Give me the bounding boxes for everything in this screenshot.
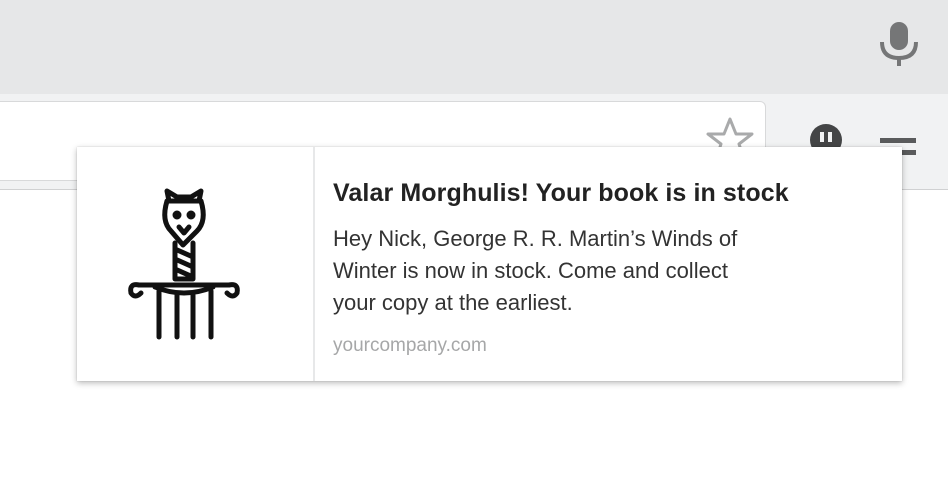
notification-message: Hey Nick, George R. R. Martin’s Winds of… (333, 223, 893, 319)
notification-origin: yourcompany.com (333, 335, 487, 356)
notification-message-line: Winter is now in stock. Come and collect (333, 258, 728, 283)
microphone-icon[interactable] (876, 20, 922, 68)
push-notification[interactable]: Valar Morghulis! Your book is in stock H… (77, 147, 902, 381)
wolf-lectern-icon (128, 188, 240, 340)
notification-content: Valar Morghulis! Your book is in stock H… (333, 177, 893, 359)
notification-divider (313, 147, 315, 381)
notification-message-line: your copy at the earliest. (333, 290, 573, 315)
browser-top-bar (0, 0, 948, 94)
notification-title: Valar Morghulis! Your book is in stock (333, 179, 789, 207)
notification-image (77, 147, 313, 381)
notification-message-line: Hey Nick, George R. R. Martin’s Winds of (333, 226, 738, 251)
